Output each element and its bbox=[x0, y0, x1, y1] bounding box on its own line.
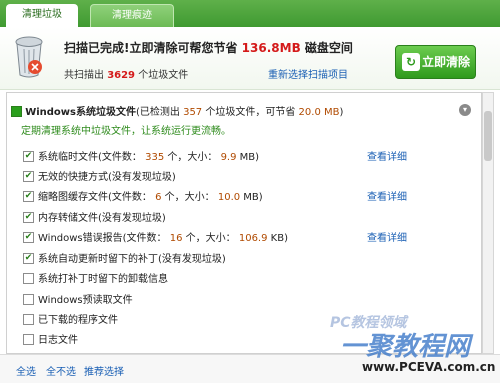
collapse-icon[interactable]: ▾ bbox=[459, 104, 471, 116]
list-item[interactable]: ✔ 系统临时文件(文件数： 335 个，大小： 9.9 MB) bbox=[23, 148, 259, 163]
list-item[interactable]: Windows预读取文件 bbox=[23, 291, 133, 306]
junk-list: Windows系统垃圾文件(已检测出 357 个垃圾文件，可节省 20.0 MB… bbox=[6, 92, 482, 354]
group-title: Windows系统垃圾文件 bbox=[25, 107, 136, 118]
list-item[interactable]: ✔ 系统自动更新时留下的补丁(没有发现垃圾) bbox=[23, 250, 226, 265]
list-item[interactable]: ✔ Windows错误报告(文件数： 16 个，大小： 106.9 KB) bbox=[23, 229, 288, 244]
junk-count: 3629 bbox=[107, 70, 136, 81]
scan-result-text: 扫描已完成!立即清除可帮您节省 136.8MB 磁盘空间 bbox=[64, 41, 353, 55]
group-checkbox[interactable] bbox=[11, 105, 22, 117]
list-item[interactable]: 日志文件 bbox=[23, 331, 78, 346]
group-size: 20.0 MB bbox=[298, 107, 340, 118]
recommended-link[interactable]: 推荐选择 bbox=[84, 363, 124, 378]
group-header-windows[interactable]: Windows系统垃圾文件(已检测出 357 个垃圾文件，可节省 20.0 MB… bbox=[11, 103, 343, 118]
select-all-link[interactable]: 全选 bbox=[16, 363, 36, 378]
saved-size: 136.8MB bbox=[241, 41, 301, 55]
tab-clean-traces[interactable]: 清理痕迹 bbox=[90, 4, 174, 27]
group-count: 357 bbox=[183, 107, 203, 118]
select-none-link[interactable]: 全不选 bbox=[46, 363, 76, 378]
junk-count-text: 共扫描出 3629 个垃圾文件 bbox=[64, 70, 189, 81]
clean-now-button[interactable]: ↻ 立即清除 bbox=[395, 45, 476, 79]
list-item[interactable]: 系统打补丁时留下的卸载信息 bbox=[23, 270, 168, 285]
scan-summary: 扫描已完成!立即清除可帮您节省 136.8MB 磁盘空间 共扫描出 3629 个… bbox=[0, 27, 500, 90]
checkbox[interactable]: ✔ bbox=[23, 211, 34, 223]
checkbox[interactable]: ✔ bbox=[23, 231, 34, 243]
rescan-link[interactable]: 重新选择扫描项目 bbox=[268, 66, 348, 81]
trash-bin-icon bbox=[15, 36, 43, 78]
view-detail-link[interactable]: 查看详细 bbox=[367, 188, 407, 203]
group-description: 定期清理系统中垃圾文件，让系统运行更流畅。 bbox=[21, 126, 231, 137]
view-detail-link[interactable]: 查看详细 bbox=[367, 229, 407, 244]
refresh-icon: ↻ bbox=[402, 53, 420, 71]
checkbox[interactable]: ✔ bbox=[23, 252, 34, 264]
checkbox[interactable]: ✔ bbox=[23, 170, 34, 182]
checkbox[interactable] bbox=[23, 333, 34, 345]
tab-clean-junk[interactable]: 清理垃圾 bbox=[6, 4, 78, 27]
checkbox[interactable] bbox=[23, 293, 34, 305]
list-item[interactable]: 已下载的程序文件 bbox=[23, 311, 118, 326]
checkbox[interactable] bbox=[23, 272, 34, 284]
footer-bar: 全选 全不选 推荐选择 bbox=[0, 354, 500, 383]
checkbox[interactable]: ✔ bbox=[23, 150, 34, 162]
checkbox[interactable]: ✔ bbox=[23, 190, 34, 202]
list-item[interactable]: ✔ 缩略图缓存文件(文件数： 6 个，大小： 10.0 MB) bbox=[23, 188, 263, 203]
checkbox[interactable] bbox=[23, 313, 34, 325]
view-detail-link[interactable]: 查看详细 bbox=[367, 148, 407, 163]
tab-bar: 清理垃圾 清理痕迹 bbox=[0, 0, 500, 27]
list-item[interactable]: ✔ 内存转储文件(没有发现垃圾) bbox=[23, 209, 166, 224]
scrollbar[interactable] bbox=[482, 92, 494, 354]
list-item[interactable]: ✔ 无效的快捷方式(没有发现垃圾) bbox=[23, 168, 176, 183]
scroll-thumb[interactable] bbox=[484, 111, 492, 161]
